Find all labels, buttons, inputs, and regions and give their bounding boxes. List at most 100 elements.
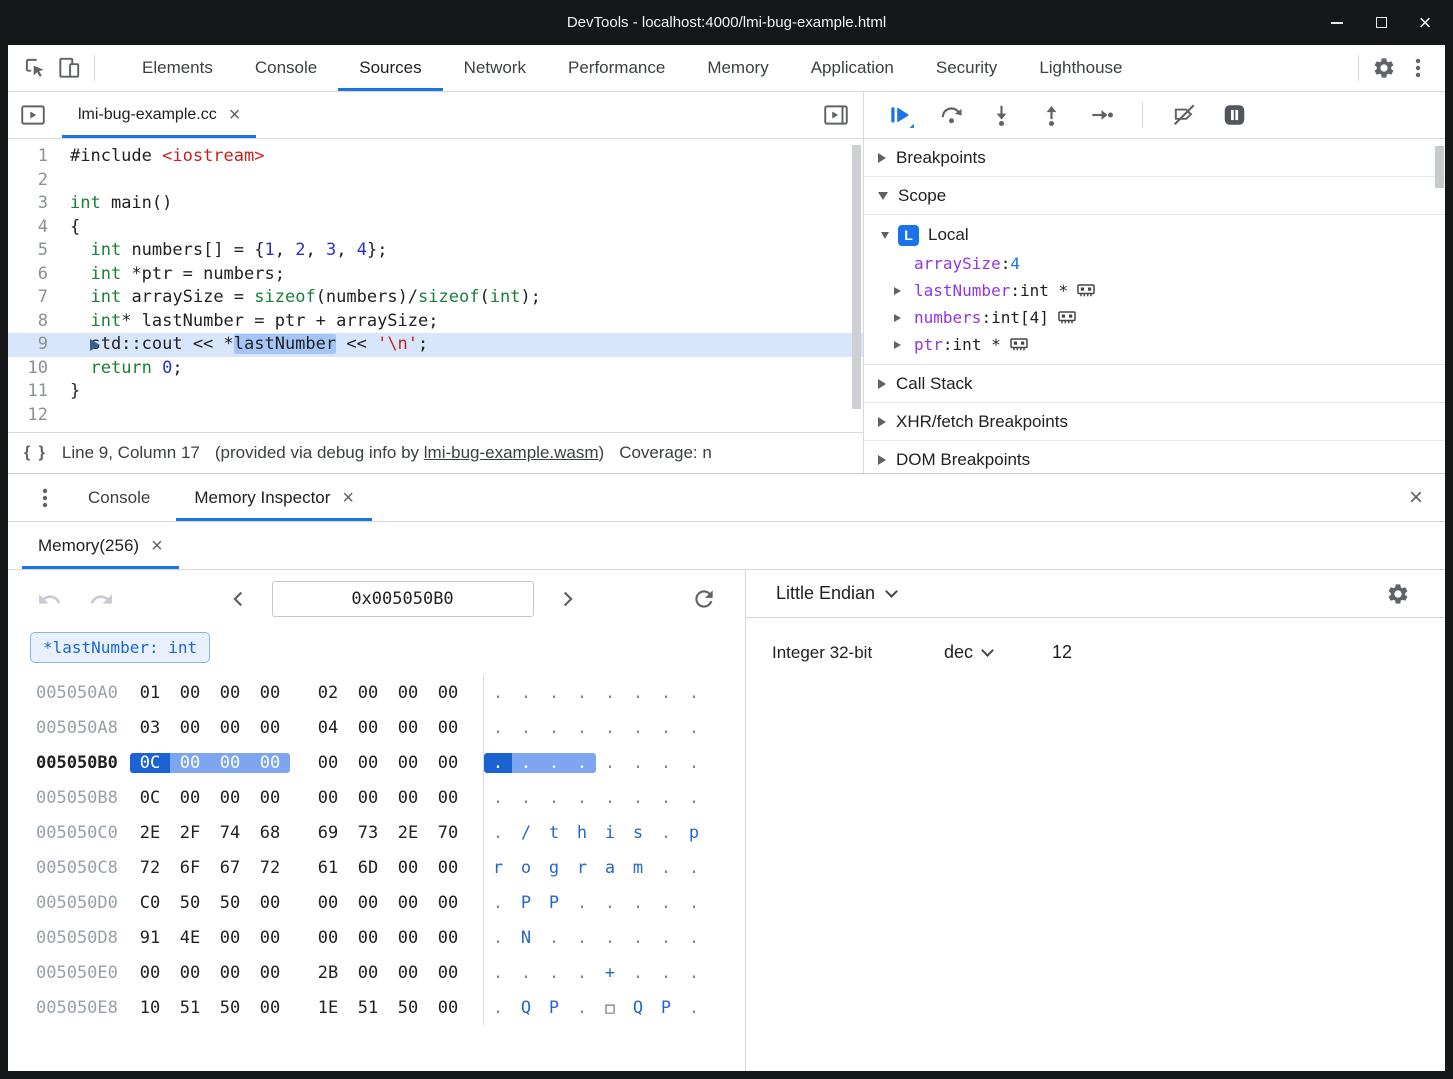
ascii-char[interactable]: . [568,928,596,948]
ascii-char[interactable]: i [596,823,624,843]
hex-byte[interactable]: 00 [170,683,210,703]
expand-icon[interactable] [894,341,914,349]
hex-byte[interactable]: 2B [308,963,348,983]
editor-scrollbar[interactable] [852,145,861,426]
memory-icon[interactable] [1057,309,1077,326]
line-number[interactable]: 11 [8,380,70,404]
hex-byte[interactable]: 2E [130,823,170,843]
ascii-char[interactable]: t [540,823,568,843]
code-editor[interactable]: 1#include <iostream>23int main()4{5 int … [8,139,863,432]
history-back-icon[interactable] [32,582,66,616]
ascii-char[interactable]: . [484,753,512,773]
step-icon[interactable] [1084,98,1118,132]
more-tools-icon[interactable] [28,481,62,515]
ascii-char[interactable]: N [512,928,540,948]
section-breakpoints[interactable]: Breakpoints [864,139,1445,177]
hex-byte[interactable]: 00 [428,893,468,913]
tab-application[interactable]: Application [790,45,915,91]
line-number[interactable]: 7 [8,286,70,310]
ascii-char[interactable]: . [596,928,624,948]
ascii-char[interactable]: . [596,788,624,808]
hex-byte[interactable]: 73 [348,823,388,843]
ascii-char[interactable]: a [596,858,624,878]
hex-byte[interactable]: 00 [250,718,290,738]
hex-byte[interactable]: 00 [210,718,250,738]
ascii-char[interactable]: p [680,823,708,843]
hex-byte[interactable]: 00 [250,788,290,808]
ascii-char[interactable]: . [568,998,596,1018]
ascii-char[interactable]: . [596,753,624,773]
drawer-close-icon[interactable]: × [1409,486,1423,510]
ascii-char[interactable]: . [624,893,652,913]
scope-variable[interactable]: arraySize: 4 [864,250,1445,277]
hex-byte[interactable]: 74 [210,823,250,843]
ascii-char[interactable]: . [652,753,680,773]
ascii-char[interactable]: P [512,893,540,913]
hex-byte[interactable]: 00 [348,788,388,808]
hex-byte[interactable]: 00 [250,998,290,1018]
line-number[interactable]: 1 [8,145,70,169]
ascii-char[interactable]: . [680,998,708,1018]
ascii-char[interactable]: . [512,788,540,808]
hex-byte[interactable]: 50 [388,998,428,1018]
sidebar-scrollbar[interactable] [1435,142,1444,469]
hex-byte[interactable]: 0C [130,753,170,773]
hex-byte[interactable]: 00 [308,928,348,948]
hex-byte[interactable]: 00 [388,753,428,773]
scope-variable[interactable]: ptr: int * [864,331,1445,358]
memory-icon[interactable] [1009,336,1029,353]
hex-byte[interactable]: 00 [348,928,388,948]
hex-byte[interactable]: 00 [308,788,348,808]
ascii-char[interactable]: . [624,683,652,703]
editor-pane-toggle-icon[interactable] [819,98,853,132]
hex-byte[interactable]: 01 [130,683,170,703]
hex-byte[interactable]: 00 [170,963,210,983]
hex-byte[interactable]: 00 [428,858,468,878]
scope-variable[interactable]: lastNumber: int * [864,277,1445,304]
close-button[interactable]: × [1417,15,1433,31]
hex-byte[interactable]: 00 [250,683,290,703]
section-call-stack[interactable]: Call Stack [864,365,1445,403]
ascii-char[interactable]: . [680,858,708,878]
ascii-char[interactable]: . [624,788,652,808]
expand-icon[interactable] [894,314,914,322]
step-into-icon[interactable] [984,98,1018,132]
ascii-char[interactable]: . [596,718,624,738]
minimize-button[interactable] [1329,15,1345,31]
line-number[interactable]: 6 [8,263,70,287]
scrollbar-thumb[interactable] [1435,146,1444,188]
hex-byte[interactable]: 00 [428,928,468,948]
pause-on-exceptions-icon[interactable] [1217,98,1251,132]
hex-byte[interactable]: 00 [388,858,428,878]
hex-byte[interactable]: 00 [348,683,388,703]
hex-byte[interactable]: 72 [130,858,170,878]
step-over-icon[interactable] [934,98,968,132]
ascii-char[interactable]: . [540,718,568,738]
hex-byte[interactable]: 50 [170,893,210,913]
hex-byte[interactable]: 02 [308,683,348,703]
file-tab[interactable]: lmi-bug-example.cc × [62,92,256,138]
hex-byte[interactable]: 00 [388,893,428,913]
hex-byte[interactable]: 04 [308,718,348,738]
tab-elements[interactable]: Elements [121,45,234,91]
inspect-icon[interactable] [18,51,52,85]
ascii-char[interactable]: . [540,788,568,808]
ascii-char[interactable]: . [624,928,652,948]
tab-console[interactable]: Console [70,474,168,521]
ascii-char[interactable]: . [652,963,680,983]
hex-byte[interactable]: 00 [210,753,250,773]
close-icon[interactable]: × [229,105,241,125]
line-number[interactable]: 8 [8,310,70,334]
ascii-char[interactable]: . [652,928,680,948]
ascii-char[interactable]: / [512,823,540,843]
tab-performance[interactable]: Performance [547,45,686,91]
ascii-char[interactable]: . [484,893,512,913]
hex-byte[interactable]: 03 [130,718,170,738]
address-input[interactable] [272,581,534,617]
tab-security[interactable]: Security [915,45,1018,91]
interpreter-settings-gear-icon[interactable] [1381,577,1415,611]
ascii-char[interactable]: + [596,963,624,983]
ascii-char[interactable]: . [652,683,680,703]
scope-variable[interactable]: numbers: int[4] [864,304,1445,331]
hex-byte[interactable]: 00 [388,683,428,703]
